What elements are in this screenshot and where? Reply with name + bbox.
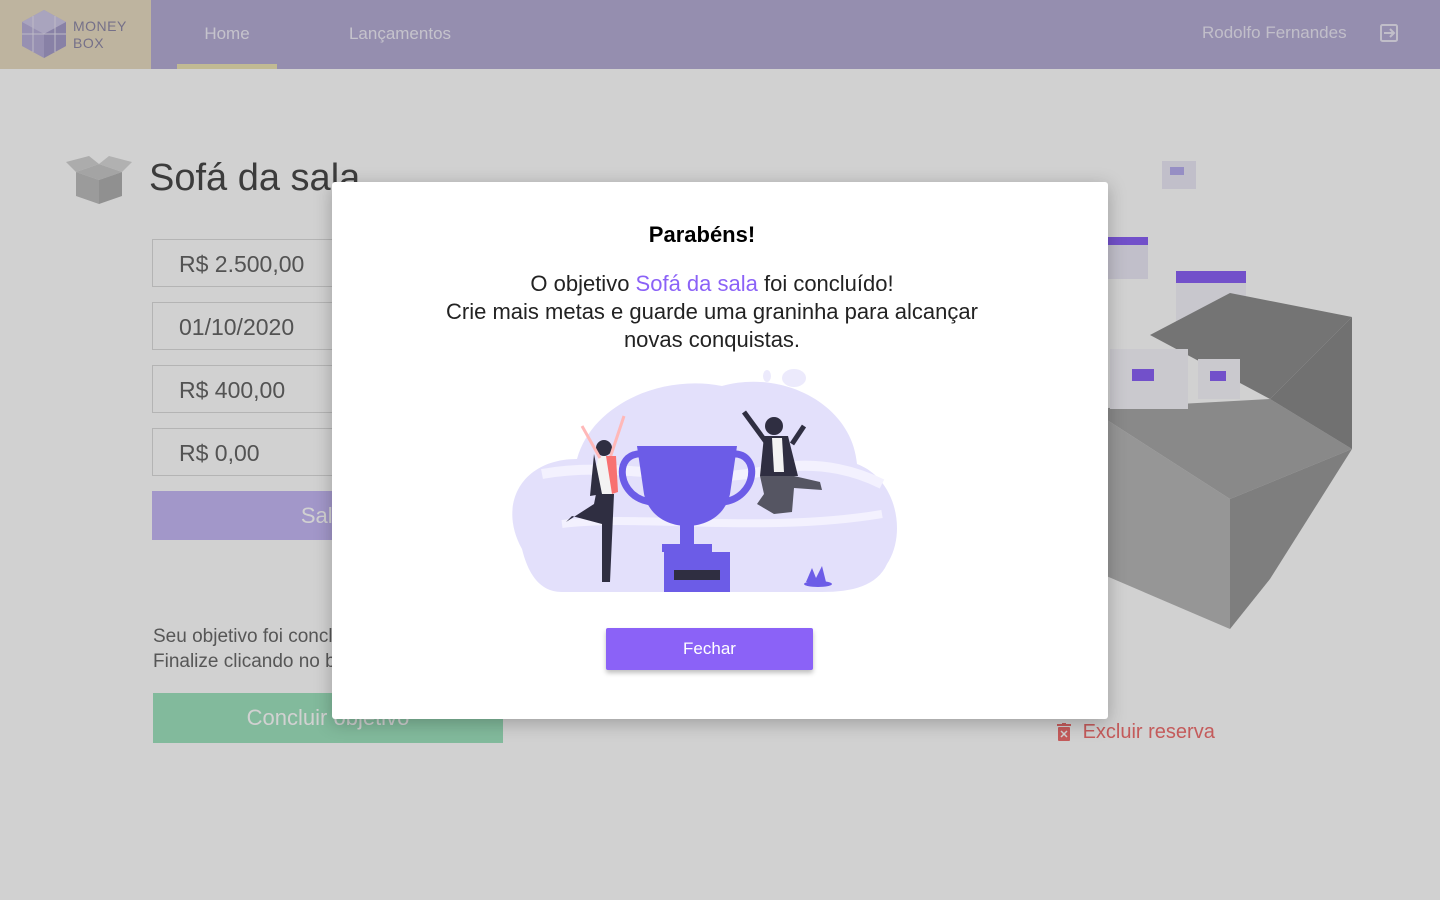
modal-message: O objetivo Sofá da sala foi concluído! C… — [422, 270, 1002, 354]
modal-text-suffix: foi concluído! — [757, 271, 894, 296]
modal-text-line2: Crie mais metas e guarde uma graninha pa… — [446, 299, 978, 352]
modal-text-prefix: O objetivo — [530, 271, 636, 296]
celebration-trophy-illustration — [512, 369, 897, 592]
modal-goal-name: Sofá da sala — [635, 271, 758, 296]
goal-completed-modal: Parabéns! O objetivo Sofá da sala foi co… — [332, 182, 1108, 719]
modal-title: Parabéns! — [648, 222, 756, 247]
close-modal-button[interactable]: Fechar — [606, 628, 813, 670]
